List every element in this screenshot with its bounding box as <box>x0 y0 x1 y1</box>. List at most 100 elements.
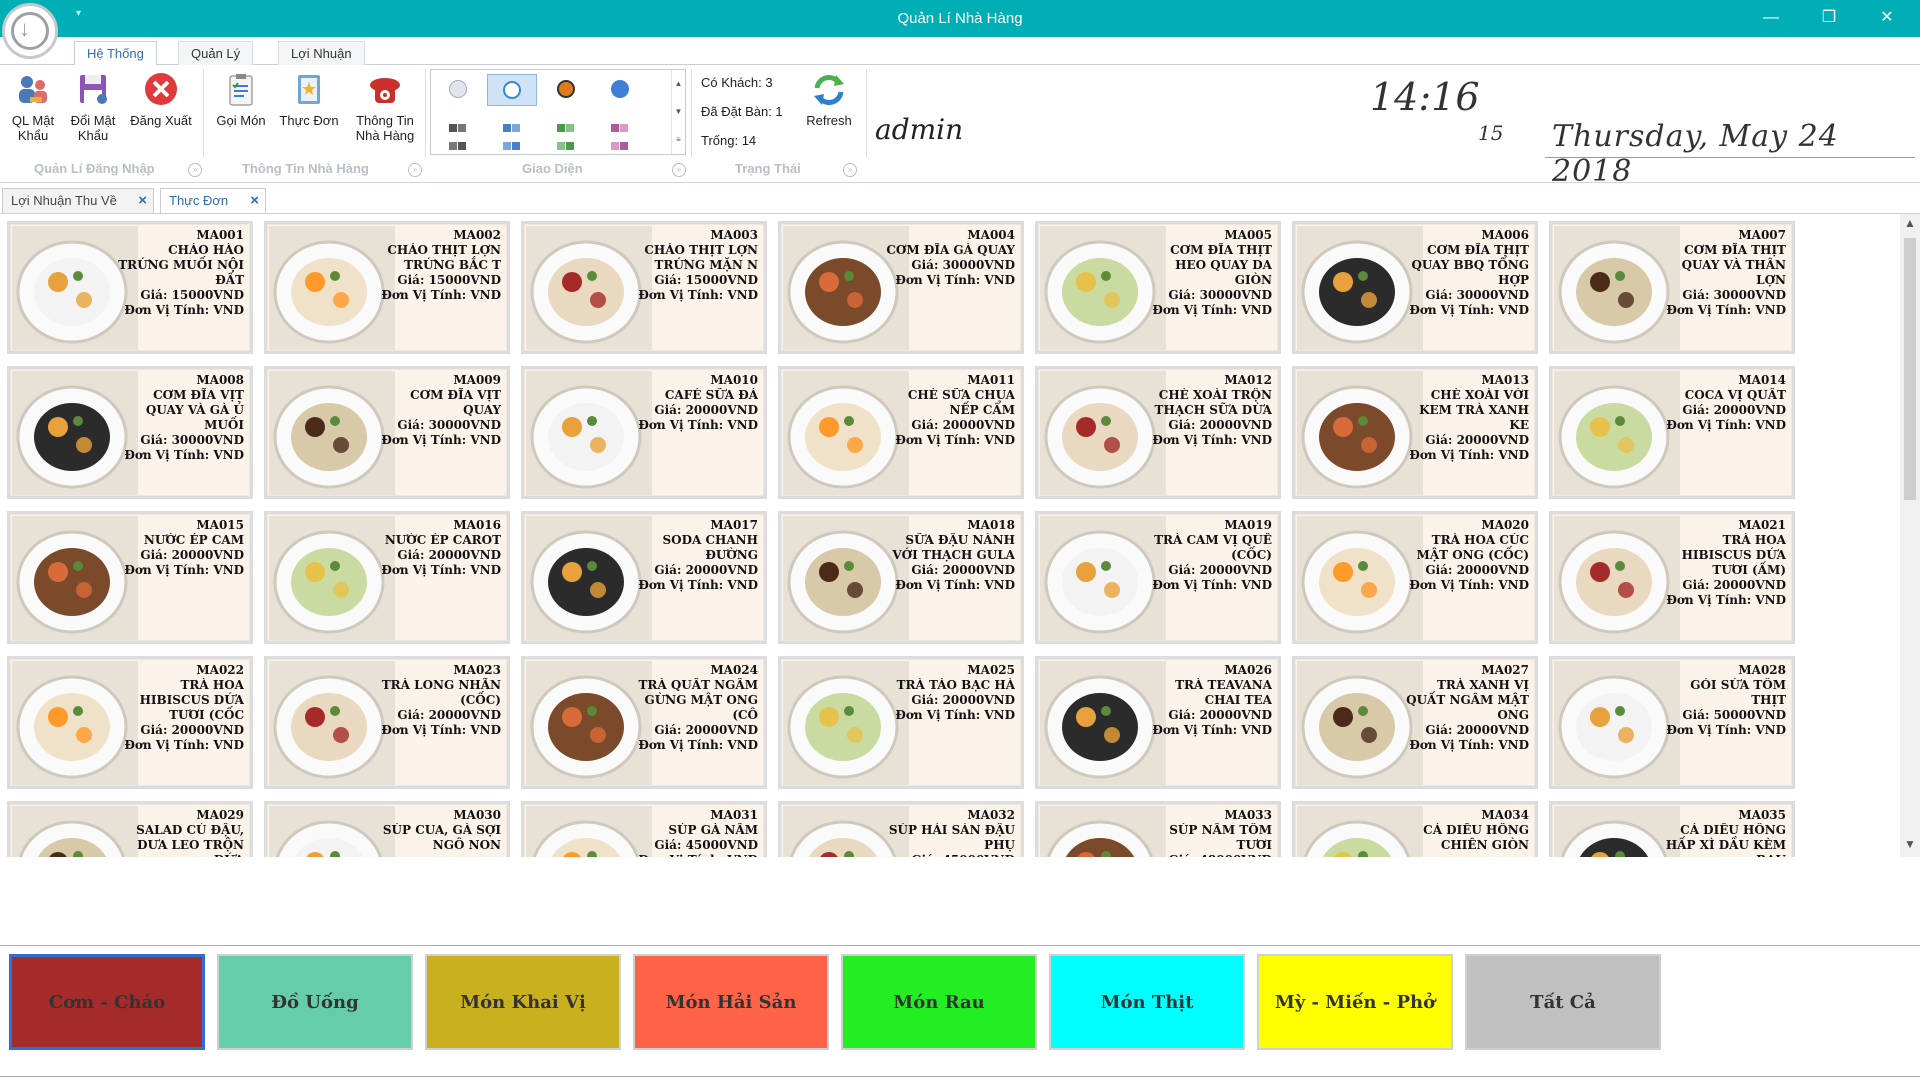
category-button[interactable]: Cơm - Cháo <box>9 954 205 1050</box>
gallery-down-icon[interactable]: ▼ <box>672 98 685 126</box>
close-tab-icon[interactable]: × <box>138 189 147 213</box>
menu-item-card[interactable]: MA028 GỎI SỨA TÔM THỊT Giá: 50000VND Đơn Vị… <box>1549 656 1795 789</box>
dang-xuat-button[interactable]: Đăng Xuất <box>128 71 194 128</box>
menu-item-card[interactable]: MA007 CƠM ĐĨA THỊT QUAY VÀ THÂN LỢN Giá: 3… <box>1549 221 1795 354</box>
group-launcher-icon[interactable]: » <box>672 163 686 177</box>
scroll-thumb[interactable] <box>1904 238 1916 500</box>
menu-item-card[interactable]: MA027 TRÀ XANH VỊ QUẤT NGÂM MẬT ONG Giá: 2… <box>1292 656 1538 789</box>
theme-option[interactable] <box>595 74 645 106</box>
doc-tab-thuc-don[interactable]: Thực Đơn × <box>160 188 266 214</box>
scroll-down-icon[interactable]: ▼ <box>1900 837 1920 855</box>
dish-name: CHÁO THỊT LỢN TRỨNG MẶN N <box>644 243 758 272</box>
dish-info: MA009 CƠM ĐĨA VỊT QUAY Giá: 30000VND Đơn Vị… <box>371 373 501 448</box>
menu-item-card[interactable]: MA006 CƠM ĐĨA THỊT QUAY BBQ TỔNG HỢP Giá: … <box>1292 221 1538 354</box>
menu-item-card[interactable]: MA010 CAFÉ SỮA ĐÁ Giá: 20000VND Đơn Vị Tính… <box>521 366 767 499</box>
menu-item-card[interactable]: MA021 TRÀ HOA HIBISCUS DỨA TƯƠI (ẤM) Giá: … <box>1549 511 1795 644</box>
doi-mat-khau-button[interactable]: Đổi Mật Khẩu <box>60 71 126 143</box>
doc-tab-loi-nhuan-thu-ve[interactable]: Lợi Nhuận Thu Về × <box>2 188 154 214</box>
gallery-more-icon[interactable]: ≡ <box>672 126 685 154</box>
category-button[interactable]: Món Khai Vị <box>425 954 621 1050</box>
menu-item-card[interactable]: MA025 TRÀ TÁO BẠC HÀ Giá: 20000VND Đơn Vị T… <box>778 656 1024 789</box>
theme-option[interactable] <box>433 74 483 106</box>
gallery-scroller[interactable]: ▲ ▼ ≡ <box>671 70 685 154</box>
category-button[interactable]: Món Thịt <box>1049 954 1245 1050</box>
menu-item-card[interactable]: MA016 NƯỚC ÉP CAROT Giá: 20000VND Đơn Vị Tí… <box>264 511 510 644</box>
group-launcher-icon[interactable]: » <box>188 163 202 177</box>
status-trong: Trống: 14 <box>701 133 757 148</box>
menu-item-card[interactable]: MA018 SỮA ĐẬU NÀNH VỚI THẠCH GULA Giá: 200… <box>778 511 1024 644</box>
menu-item-card[interactable]: MA008 CƠM ĐĨA VỊT QUAY VÀ GÀ Ủ MUỐI Giá: 3… <box>7 366 253 499</box>
menu-item-card[interactable]: MA035CÁ DIÊU HỒNG HẤP XÌ DẦU KÈM RAU <box>1549 801 1795 857</box>
menu-item-card[interactable]: MA032SÚP HẢI SẢN ĐẬU PHỤGiá: 45000VND <box>778 801 1024 857</box>
menu-item-card[interactable]: MA033SÚP NẤM TÔM TƯƠIGiá: 48000VND <box>1035 801 1281 857</box>
thuc-don-button[interactable]: Thực Đơn <box>276 71 342 128</box>
menu-item-card[interactable]: MA011 CHÈ SỮA CHUA NẾP CẨM Giá: 20000VND Đơ… <box>778 366 1024 499</box>
menu-item-card[interactable]: MA017 SODA CHANH ĐƯỜNG Giá: 20000VND Đơn Vị… <box>521 511 767 644</box>
theme-option[interactable] <box>541 114 591 150</box>
menu-item-card[interactable]: MA003 CHÁO THỊT LỢN TRỨNG MẶN N Giá: 15000… <box>521 221 767 354</box>
clock-time: 14:16 <box>1370 75 1480 119</box>
tab-loi-nhuan[interactable]: Lợi Nhuận <box>278 41 365 66</box>
category-label: Món Rau <box>893 991 985 1013</box>
ql-mat-khau-button[interactable]: QL Mật Khẩu <box>0 71 66 143</box>
menu-item-card[interactable]: MA030 SÚP CUA, GÀ SỢI NGÔ NON <box>264 801 510 857</box>
theme-orb-icon <box>557 80 575 98</box>
theme-gallery[interactable]: ▲ ▼ ≡ <box>430 69 686 155</box>
menu-item-card[interactable]: MA020 TRÀ HOA CÚC MẬT ONG (CỐC) Giá: 20000… <box>1292 511 1538 644</box>
menu-item-card[interactable]: MA014 COCA VỊ QUẤT Giá: 20000VND Đơn Vị Tín… <box>1549 366 1795 499</box>
group-launcher-icon[interactable]: » <box>843 163 857 177</box>
menu-item-card[interactable]: MA031SÚP GÀ NẤMGiá: 45000VNDĐơn Vị Tính:… <box>521 801 767 857</box>
dish-unit: Đơn Vị Tính: VND <box>638 418 758 432</box>
goi-mon-button[interactable]: Gọi Món <box>208 71 274 128</box>
category-button[interactable]: Mỳ - Miến - Phở <box>1257 954 1453 1050</box>
category-button[interactable]: Món Rau <box>841 954 1037 1050</box>
dish-name: CAFÉ SỮA ĐÁ <box>664 388 758 402</box>
dish-name: CÁ DIÊU HỒNG HẤP XÌ DẦU KÈM RAU <box>1665 823 1786 857</box>
theme-option[interactable] <box>433 114 483 150</box>
menu-item-card[interactable]: MA015 NƯỚC ÉP CAM Giá: 20000VND Đơn Vị Tính… <box>7 511 253 644</box>
theme-option[interactable] <box>595 114 645 150</box>
close-icon[interactable]: ✕ <box>1872 6 1902 30</box>
category-button[interactable]: Món Hải Sản <box>633 954 829 1050</box>
dish-info: MA018 SỮA ĐẬU NÀNH VỚI THẠCH GULA Giá: 200… <box>885 518 1015 593</box>
menu-item-card[interactable]: MA005 CƠM ĐĨA THỊT HEO QUAY DA GIÒN Giá: 3… <box>1035 221 1281 354</box>
menu-scrollbar[interactable]: ▲ ▼ <box>1900 214 1920 857</box>
tab-he-thong[interactable]: Hệ Thống <box>74 41 157 66</box>
dish-code: MA009 <box>453 373 501 387</box>
menu-item-card[interactable]: MA004 CƠM ĐĨA GÀ QUAY Giá: 30000VND Đơn Vị … <box>778 221 1024 354</box>
dish-name: CHÈ SỮA CHUA NẾP CẨM <box>907 388 1015 417</box>
theme-option[interactable] <box>487 114 537 150</box>
menu-item-card[interactable]: MA034 CÁ DIÊU HỒNG CHIÊN GIÒN <box>1292 801 1538 857</box>
restore-icon[interactable]: ❐ <box>1814 6 1844 30</box>
refresh-button[interactable]: Refresh <box>796 71 862 128</box>
theme-option[interactable] <box>541 74 591 106</box>
dish-unit: Đơn Vị Tính: VND <box>638 578 758 592</box>
download-arrow-icon: ↓ <box>19 16 30 41</box>
close-tab-icon[interactable]: × <box>250 189 259 213</box>
menu-item-card[interactable]: MA001 CHÁO HÀO TRỨNG MUỐI NỘI ĐẤT Giá: 150… <box>7 221 253 354</box>
menu-item-card[interactable]: MA013 CHÈ XOÀI VỚI KEM TRÀ XANH KE Giá: 20… <box>1292 366 1538 499</box>
app-menu-button[interactable]: ↓ <box>2 3 58 59</box>
menu-item-card[interactable]: MA022 TRÀ HOA HIBISCUS DỨA TƯƠI (CỐC Giá: … <box>7 656 253 789</box>
menu-item-card[interactable]: MA029SALAD CỦ ĐẬU, DƯA LEO TRỘN DỨA <box>7 801 253 857</box>
menu-item-card[interactable]: MA019 TRÀ CAM VỊ QUẾ (CỐC) Giá: 20000VND Đơ… <box>1035 511 1281 644</box>
tab-quan-ly[interactable]: Quản Lý <box>178 41 254 66</box>
dish-code: MA026 <box>1224 663 1272 677</box>
dish-price: Giá: 20000VND <box>1425 563 1529 577</box>
menu-item-card[interactable]: MA002 CHÁO THỊT LỢN TRỨNG BẮC T Giá: 15000… <box>264 221 510 354</box>
menu-item-card[interactable]: MA026 TRÀ TEAVANA CHAI TEA Giá: 20000VND Đơ… <box>1035 656 1281 789</box>
category-button[interactable]: Đồ Uống <box>217 954 413 1050</box>
menu-item-card[interactable]: MA009 CƠM ĐĨA VỊT QUAY Giá: 30000VND Đơn Vị… <box>264 366 510 499</box>
minimize-icon[interactable]: — <box>1756 6 1786 30</box>
menu-item-card[interactable]: MA024 TRÀ QUẤT NGÂM GỪNG MẬT ONG (CÔ Giá: … <box>521 656 767 789</box>
menu-item-card[interactable]: MA012 CHÈ XOÀI TRỘN THẠCH SỮA DỪA Giá: 200… <box>1035 366 1281 499</box>
thong-tin-nha-hang-button[interactable]: Thông Tin Nhà Hàng <box>352 71 418 143</box>
category-button[interactable]: Tất Cả <box>1465 954 1661 1050</box>
scroll-up-icon[interactable]: ▲ <box>1900 216 1920 234</box>
menu-item-card[interactable]: MA023 TRÀ LONG NHÃN (CỐC) Giá: 20000VND Đơn… <box>264 656 510 789</box>
gallery-up-icon[interactable]: ▲ <box>672 70 685 98</box>
dish-price: Giá: 45000VND <box>654 838 758 852</box>
dish-name: CƠM ĐĨA VỊT QUAY VÀ GÀ Ủ MUỐI <box>145 388 244 432</box>
theme-option-selected[interactable] <box>487 74 537 106</box>
group-launcher-icon[interactable]: » <box>408 163 422 177</box>
